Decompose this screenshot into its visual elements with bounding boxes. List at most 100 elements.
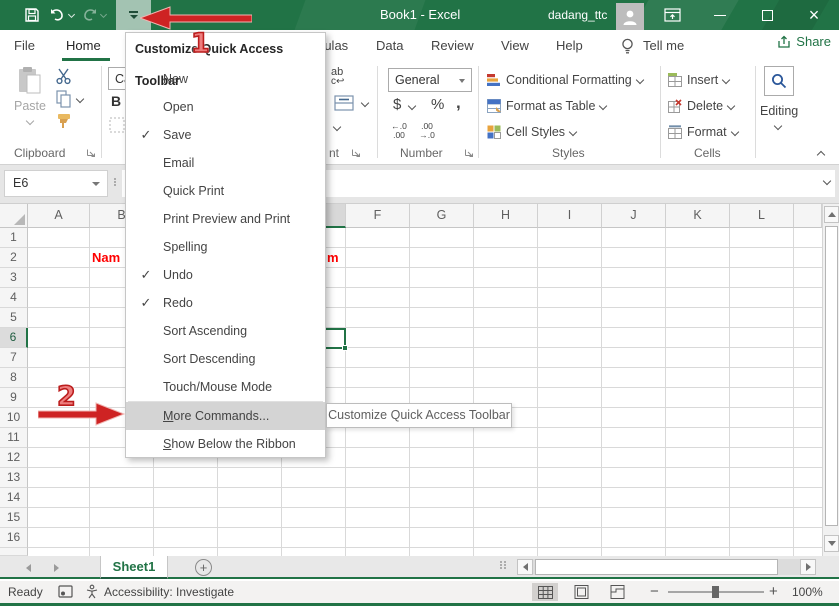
cut-icon[interactable]	[55, 68, 72, 88]
merge-center-icon[interactable]	[334, 95, 354, 114]
formula-bar-splitter[interactable]	[113, 177, 117, 187]
zoom-level-label[interactable]: 100%	[792, 585, 823, 599]
sheet-nav-next-icon[interactable]	[54, 564, 59, 572]
user-name[interactable]: dadang_ttc	[548, 0, 607, 30]
bold-button[interactable]: B	[111, 93, 121, 109]
column-header-j[interactable]: J	[602, 204, 666, 228]
delete-cells-button[interactable]: Delete	[668, 94, 734, 118]
column-header-partial[interactable]	[794, 204, 822, 228]
horizontal-scroll-thumb[interactable]	[535, 559, 778, 575]
scroll-up-button[interactable]	[824, 206, 839, 223]
accessibility-icon[interactable]	[85, 584, 100, 602]
comma-button[interactable]: ,	[456, 93, 461, 113]
menu-item-email[interactable]: Email	[126, 149, 325, 177]
row-header-14[interactable]: 14	[0, 488, 28, 508]
page-layout-view-button[interactable]	[568, 583, 594, 601]
number-format-dropdown[interactable]: General	[388, 68, 472, 92]
new-sheet-button[interactable]: +	[195, 559, 212, 576]
normal-view-button[interactable]	[532, 583, 558, 601]
column-header-f[interactable]: F	[346, 204, 410, 228]
paste-button[interactable]: Paste	[10, 66, 50, 127]
tab-view[interactable]: View	[501, 30, 529, 62]
zoom-slider-thumb[interactable]	[712, 586, 719, 598]
accessibility-status-label[interactable]: Accessibility: Investigate	[104, 585, 234, 599]
undo-chevron-icon[interactable]	[68, 11, 75, 18]
scroll-down-button[interactable]	[824, 535, 839, 552]
column-header-i[interactable]: I	[538, 204, 602, 228]
name-box-dropdown-icon[interactable]	[92, 182, 100, 186]
undo-icon[interactable]	[49, 7, 66, 28]
merge-chevron-icon[interactable]	[361, 99, 369, 107]
tab-file[interactable]: File	[14, 30, 35, 62]
row-header-13[interactable]: 13	[0, 468, 28, 488]
ribbon-display-options-icon[interactable]	[664, 8, 681, 27]
number-dialog-launcher-icon[interactable]	[464, 147, 474, 161]
menu-item-spelling[interactable]: Spelling	[126, 233, 325, 261]
minimize-button[interactable]	[705, 0, 735, 30]
maximize-button[interactable]	[752, 0, 782, 30]
tab-scrollbar-splitter[interactable]	[499, 560, 507, 570]
increase-decimal-button[interactable]: ←.0 .00	[386, 122, 412, 140]
collapse-ribbon-icon[interactable]	[817, 151, 825, 159]
close-button[interactable]: ×	[799, 0, 829, 30]
row-header-9[interactable]: 9	[0, 388, 28, 408]
copy-icon[interactable]	[56, 90, 72, 111]
hscroll-right-button[interactable]	[800, 559, 816, 575]
save-icon[interactable]	[24, 7, 40, 28]
name-box[interactable]: E6	[4, 170, 108, 197]
page-break-view-button[interactable]	[604, 583, 630, 601]
borders-icon[interactable]	[109, 117, 125, 136]
menu-item-quick-print[interactable]: Quick Print	[126, 177, 325, 205]
row-header-16[interactable]: 16	[0, 528, 28, 548]
row-header-8[interactable]: 8	[0, 368, 28, 388]
row-header-4[interactable]: 4	[0, 288, 28, 308]
menu-item-print-preview-and-print[interactable]: Print Preview and Print	[126, 205, 325, 233]
column-header-a[interactable]: A	[28, 204, 90, 228]
tab-review[interactable]: Review	[431, 30, 474, 62]
row-header-3[interactable]: 3	[0, 268, 28, 288]
column-header-k[interactable]: K	[666, 204, 730, 228]
tell-me-bulb-icon[interactable]	[620, 37, 635, 60]
fill-color-chevron-icon[interactable]	[333, 123, 341, 131]
conditional-formatting-button[interactable]: Conditional Formatting	[487, 68, 643, 92]
user-avatar[interactable]	[616, 3, 644, 30]
menu-item-redo[interactable]: ✓Redo	[126, 289, 325, 317]
column-header-g[interactable]: G	[410, 204, 474, 228]
tab-help[interactable]: Help	[556, 30, 583, 62]
row-header-11[interactable]: 11	[0, 428, 28, 448]
macro-record-icon[interactable]	[58, 585, 73, 601]
row-header-2[interactable]: 2	[0, 248, 28, 268]
hscroll-left-button[interactable]	[517, 559, 533, 575]
currency-button[interactable]: $	[393, 96, 401, 113]
row-header-partial[interactable]	[0, 548, 28, 556]
fill-handle[interactable]	[342, 345, 348, 351]
vertical-scroll-thumb[interactable]	[825, 226, 838, 526]
editing-group-label[interactable]: Editing	[760, 104, 798, 118]
format-painter-icon[interactable]	[56, 112, 74, 133]
editing-chevron-icon[interactable]	[774, 122, 782, 130]
select-all-button[interactable]	[0, 204, 28, 228]
menu-item-sort-descending[interactable]: Sort Descending	[126, 345, 325, 373]
menu-item-touch-mouse-mode[interactable]: Touch/Mouse Mode	[126, 373, 325, 401]
decrease-decimal-button[interactable]: .00 →.0	[414, 122, 440, 140]
format-cells-button[interactable]: Format	[668, 120, 738, 144]
row-header-5[interactable]: 5	[0, 308, 28, 328]
redo-icon[interactable]	[81, 7, 98, 28]
tab-data[interactable]: Data	[376, 30, 403, 62]
row-header-6[interactable]: 6	[0, 328, 28, 348]
menu-item-show-below-the-ribbon[interactable]: Show Below the Ribbon	[126, 430, 325, 458]
row-header-1[interactable]: 1	[0, 228, 28, 248]
menu-item-undo[interactable]: ✓Undo	[126, 261, 325, 289]
insert-cells-button[interactable]: Insert	[668, 68, 729, 92]
redo-chevron-icon[interactable]	[100, 11, 107, 18]
alignment-dialog-launcher-icon[interactable]	[351, 147, 361, 161]
zoom-out-button[interactable]: −	[650, 583, 659, 600]
menu-item-sort-ascending[interactable]: Sort Ascending	[126, 317, 325, 345]
row-header-10[interactable]: 10	[0, 408, 28, 428]
menu-item-open[interactable]: Open	[126, 93, 325, 121]
sheet-tab-sheet1[interactable]: Sheet1	[100, 556, 168, 579]
sheet-nav-prev-icon[interactable]	[26, 564, 31, 572]
copy-chevron-icon[interactable]	[76, 95, 84, 103]
format-as-table-button[interactable]: Format as Table	[487, 94, 606, 118]
currency-chevron-icon[interactable]	[408, 102, 416, 110]
